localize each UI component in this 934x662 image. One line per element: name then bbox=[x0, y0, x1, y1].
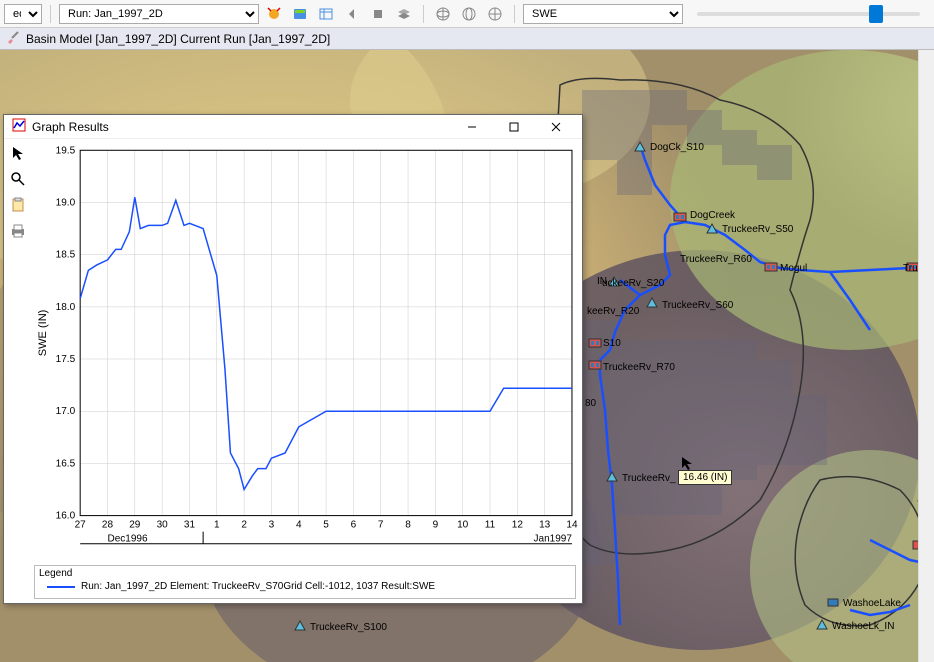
svg-text:13: 13 bbox=[539, 520, 551, 531]
legend-title: Legend bbox=[39, 568, 571, 579]
svg-text:16.0: 16.0 bbox=[56, 511, 76, 522]
svg-text:5: 5 bbox=[323, 520, 329, 531]
graph-results-window: Graph Results 27282930311234567891011121… bbox=[3, 114, 583, 604]
svg-text:3: 3 bbox=[269, 520, 275, 531]
toolbar-select-variable[interactable]: SWE bbox=[523, 4, 683, 24]
globe2-icon[interactable] bbox=[458, 3, 480, 25]
table-icon[interactable] bbox=[315, 3, 337, 25]
svg-text:12: 12 bbox=[512, 520, 524, 531]
zoom-tool-icon[interactable] bbox=[8, 169, 28, 189]
chart-legend: Legend Run: Jan_1997_2D Element: Truckee… bbox=[34, 565, 576, 599]
brush-icon bbox=[6, 30, 20, 47]
svg-text:Jan1997: Jan1997 bbox=[534, 534, 573, 545]
svg-text:17.0: 17.0 bbox=[56, 406, 76, 417]
svg-text:27: 27 bbox=[75, 520, 87, 531]
legend-line-swatch bbox=[47, 586, 75, 588]
maximize-button[interactable] bbox=[496, 116, 532, 138]
graph-tool-sidebar bbox=[4, 139, 32, 603]
stop-icon[interactable] bbox=[367, 3, 389, 25]
svg-text:16.5: 16.5 bbox=[56, 458, 76, 469]
svg-text:9: 9 bbox=[433, 520, 439, 531]
globe3-icon[interactable] bbox=[484, 3, 506, 25]
vertical-scrollbar[interactable] bbox=[918, 50, 934, 662]
svg-text:17.5: 17.5 bbox=[56, 354, 76, 365]
slider-thumb[interactable] bbox=[869, 5, 883, 23]
graph-window-titlebar[interactable]: Graph Results bbox=[4, 115, 582, 139]
pointer-tool-icon[interactable] bbox=[8, 143, 28, 163]
chart-icon bbox=[12, 118, 26, 135]
svg-text:30: 30 bbox=[157, 520, 169, 531]
time-slider[interactable] bbox=[687, 12, 930, 16]
svg-text:7: 7 bbox=[378, 520, 384, 531]
svg-text:8: 8 bbox=[405, 520, 411, 531]
clipboard-tool-icon[interactable] bbox=[8, 195, 28, 215]
basin-model-titlebar: Basin Model [Jan_1997_2D] Current Run [J… bbox=[0, 28, 934, 50]
swe-line-chart: 2728293031123456789101112131416.016.517.… bbox=[32, 139, 582, 561]
svg-text:SWE (IN): SWE (IN) bbox=[37, 310, 49, 357]
svg-text:4: 4 bbox=[296, 520, 302, 531]
svg-text:Dec1996: Dec1996 bbox=[107, 534, 148, 545]
svg-text:11: 11 bbox=[485, 520, 496, 531]
globe-icon[interactable] bbox=[289, 3, 311, 25]
svg-text:2: 2 bbox=[241, 520, 247, 531]
svg-text:28: 28 bbox=[102, 520, 114, 531]
svg-text:29: 29 bbox=[129, 520, 141, 531]
svg-text:18.0: 18.0 bbox=[56, 302, 76, 313]
main-toolbar: ed-- Run: Jan_1997_2D SWE bbox=[0, 0, 934, 28]
svg-text:10: 10 bbox=[457, 520, 469, 531]
svg-text:6: 6 bbox=[351, 520, 357, 531]
toolbar-select-ed[interactable]: ed-- bbox=[4, 4, 42, 24]
svg-text:14: 14 bbox=[566, 520, 578, 531]
close-button[interactable] bbox=[538, 116, 574, 138]
titlebar-text: Basin Model [Jan_1997_2D] Current Run [J… bbox=[26, 32, 330, 46]
layers-icon[interactable] bbox=[393, 3, 415, 25]
prev-icon[interactable] bbox=[341, 3, 363, 25]
cursor-icon bbox=[680, 455, 696, 474]
graph-window-title: Graph Results bbox=[32, 120, 448, 134]
svg-text:19.0: 19.0 bbox=[56, 197, 76, 208]
run-icon[interactable] bbox=[263, 3, 285, 25]
toolbar-select-run[interactable]: Run: Jan_1997_2D bbox=[59, 4, 259, 24]
svg-text:1: 1 bbox=[214, 520, 220, 531]
chart-plot-area[interactable]: 2728293031123456789101112131416.016.517.… bbox=[32, 139, 582, 561]
svg-text:18.5: 18.5 bbox=[56, 250, 76, 261]
globe1-icon[interactable] bbox=[432, 3, 454, 25]
legend-text: Run: Jan_1997_2D Element: TruckeeRv_S70G… bbox=[81, 581, 435, 592]
minimize-button[interactable] bbox=[454, 116, 490, 138]
print-tool-icon[interactable] bbox=[8, 221, 28, 241]
svg-text:19.5: 19.5 bbox=[56, 145, 76, 156]
svg-text:31: 31 bbox=[184, 520, 196, 531]
